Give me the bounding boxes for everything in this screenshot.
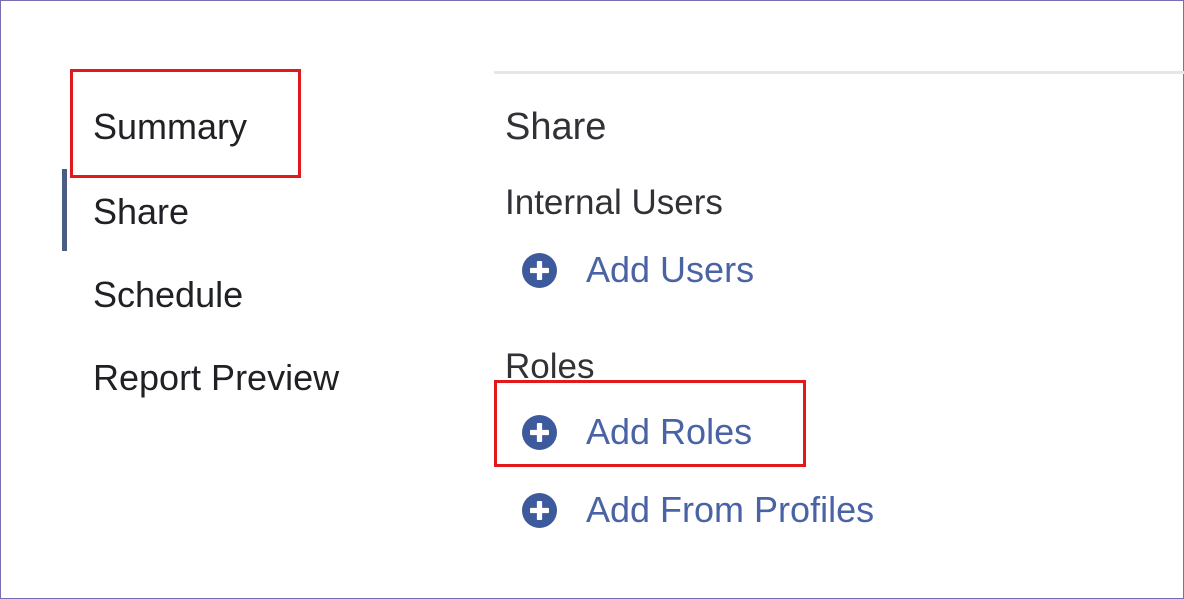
plus-circle-icon [522, 414, 557, 450]
add-users-label: Add Users [586, 249, 755, 290]
roles-label: Roles [505, 347, 595, 386]
nav-active-indicator [62, 169, 67, 251]
internal-users-label: Internal Users [505, 183, 723, 222]
panel-divider [494, 71, 1184, 74]
plus-circle-icon [522, 492, 557, 528]
nav-item-report-preview[interactable]: Report Preview [93, 356, 339, 400]
add-from-profiles-button[interactable]: Add From Profiles [522, 488, 874, 532]
nav-item-summary[interactable]: Summary [93, 105, 247, 149]
nav-item-schedule[interactable]: Schedule [93, 273, 243, 317]
add-from-profiles-label: Add From Profiles [586, 489, 875, 530]
add-users-button[interactable]: Add Users [522, 248, 754, 292]
plus-circle-icon [522, 252, 557, 288]
nav-item-share[interactable]: Share [93, 190, 189, 234]
page-title: Share [505, 106, 607, 148]
add-roles-label: Add Roles [586, 411, 753, 452]
add-roles-button[interactable]: Add Roles [522, 410, 752, 454]
